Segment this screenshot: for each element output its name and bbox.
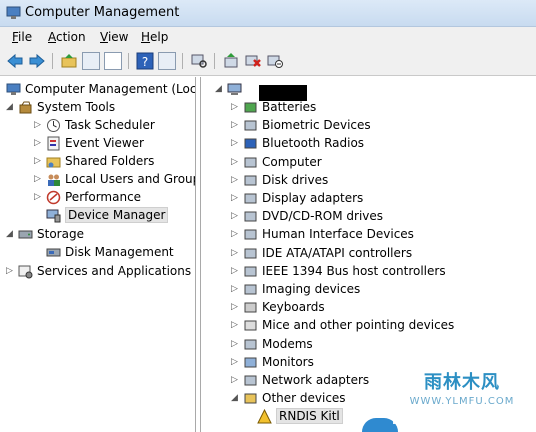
toolbar-separator: [182, 53, 183, 69]
collapsed-arrow-icon[interactable]: ▷: [6, 266, 13, 276]
disk-management-icon: [46, 248, 61, 257]
event-viewer-icon: [47, 136, 60, 151]
toolbar: ?: [0, 47, 536, 76]
collapsed-arrow-icon[interactable]: ▷: [231, 248, 238, 258]
title-bar: Computer Management: [0, 0, 536, 27]
window-title: Computer Management: [25, 5, 180, 20]
collapsed-arrow-icon[interactable]: ▷: [231, 375, 238, 385]
export-icon[interactable]: [104, 52, 122, 70]
fingerprint-icon: [244, 120, 257, 131]
collapsed-arrow-icon[interactable]: ▷: [34, 156, 41, 166]
console-tree-pane: Computer Management (Local ◢ System Tool…: [4, 77, 196, 432]
shared-folder-icon: [46, 157, 61, 168]
hid-icon: [244, 229, 257, 240]
menu-bar: File Action View Help: [0, 27, 536, 47]
collapsed-arrow-icon[interactable]: ▷: [231, 302, 238, 312]
disk-drive-icon: [244, 175, 257, 186]
ieee1394-icon: [244, 266, 257, 277]
modem-icon: [244, 339, 257, 350]
ide-controller-icon: [244, 248, 257, 259]
collapsed-arrow-icon[interactable]: ▷: [231, 175, 238, 185]
watermark: 雨林木风 WWW.YLMFU.COM: [393, 358, 531, 424]
watermark-title: 雨林木风: [424, 372, 500, 393]
collapsed-arrow-icon[interactable]: ▷: [231, 211, 238, 221]
computer-management-icon: [6, 6, 21, 19]
disable-icon[interactable]: [266, 52, 284, 70]
expanded-arrow-icon[interactable]: ◢: [6, 229, 13, 239]
console-tree-icon[interactable]: [82, 52, 100, 70]
collapsed-arrow-icon[interactable]: ▷: [231, 266, 238, 276]
help-icon[interactable]: ?: [136, 52, 154, 70]
collapsed-arrow-icon[interactable]: ▷: [231, 120, 238, 130]
menu-action[interactable]: Action: [48, 30, 86, 44]
camera-icon: [244, 284, 257, 295]
svg-text:?: ?: [142, 55, 148, 69]
scan-hardware-icon[interactable]: [190, 52, 208, 70]
update-driver-icon[interactable]: [222, 52, 240, 70]
network-adapter-icon: [244, 375, 257, 386]
device-manager-icon: [46, 209, 61, 223]
collapsed-arrow-icon[interactable]: ▷: [231, 357, 238, 367]
monitor-icon: [244, 357, 257, 368]
computer-icon: [244, 157, 257, 168]
forward-arrow-icon[interactable]: [28, 52, 46, 70]
menu-help[interactable]: Help: [141, 30, 168, 44]
toolbar-separator: [128, 53, 129, 69]
warning-icon: [257, 409, 272, 424]
collapsed-arrow-icon[interactable]: ▷: [231, 229, 238, 239]
computer-management-icon: [6, 83, 21, 95]
expanded-arrow-icon[interactable]: ◢: [6, 102, 13, 112]
back-arrow-icon[interactable]: [6, 52, 24, 70]
collapsed-arrow-icon[interactable]: ▷: [231, 284, 238, 294]
collapsed-arrow-icon[interactable]: ▷: [231, 339, 238, 349]
menu-file[interactable]: File: [12, 30, 32, 44]
collapsed-arrow-icon[interactable]: ▷: [34, 138, 41, 148]
toolbar-separator: [52, 53, 53, 69]
computer-icon: [227, 83, 242, 95]
collapsed-arrow-icon[interactable]: ▷: [34, 192, 41, 202]
bluetooth-icon: [244, 138, 257, 149]
storage-icon: [18, 230, 33, 239]
collapsed-arrow-icon[interactable]: ▷: [34, 174, 41, 184]
expanded-arrow-icon[interactable]: ◢: [231, 393, 238, 403]
battery-icon: [244, 102, 257, 113]
up-folder-icon[interactable]: [60, 52, 78, 70]
uninstall-icon[interactable]: [244, 52, 262, 70]
toolbar-separator: [214, 53, 215, 69]
services-icon: [18, 265, 33, 279]
display-adapter-icon: [244, 193, 257, 204]
system-tools-icon: [19, 101, 32, 114]
expanded-arrow-icon[interactable]: ◢: [215, 84, 222, 94]
collapsed-arrow-icon[interactable]: ▷: [231, 193, 238, 203]
keyboard-icon: [244, 302, 257, 313]
collapsed-arrow-icon[interactable]: ▷: [34, 120, 41, 130]
collapsed-arrow-icon[interactable]: ▷: [231, 102, 238, 112]
mouse-icon: [244, 320, 257, 331]
watermark-url: WWW.YLMFU.COM: [409, 396, 515, 407]
performance-icon: [46, 190, 61, 205]
redacted-computer-name: [259, 85, 307, 101]
properties-icon[interactable]: [158, 52, 176, 70]
other-devices-icon: [244, 393, 257, 404]
collapsed-arrow-icon[interactable]: ▷: [231, 138, 238, 148]
clock-icon: [47, 119, 60, 132]
collapsed-arrow-icon[interactable]: ▷: [231, 157, 238, 167]
device-root[interactable]: ◢: [215, 81, 307, 101]
dvd-drive-icon: [244, 211, 257, 222]
users-icon: [48, 174, 60, 186]
menu-view[interactable]: View: [100, 30, 128, 44]
collapsed-arrow-icon[interactable]: ▷: [231, 320, 238, 330]
